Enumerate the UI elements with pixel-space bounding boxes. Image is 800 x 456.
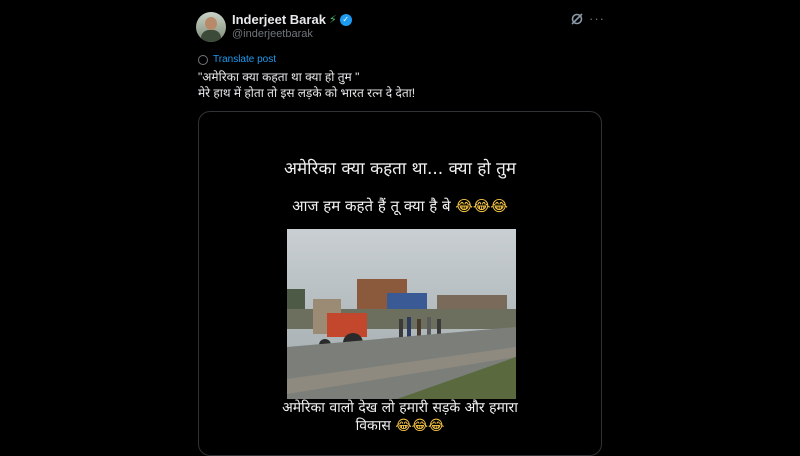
translate-post-link[interactable]: Translate post xyxy=(198,54,276,65)
more-options-icon[interactable]: ··· xyxy=(589,11,605,26)
author-name-row: Inderjeet Barak ⚡ ✓ xyxy=(232,12,352,27)
media-caption-top: अमेरिका क्या कहता था... क्या हो तुम xyxy=(283,159,517,179)
video-frame-image xyxy=(287,229,516,399)
media-card[interactable]: अमेरिका क्या कहता था... क्या हो तुम आज ह… xyxy=(198,111,602,456)
grok-icon[interactable] xyxy=(570,12,584,26)
lightning-emoji: ⚡ xyxy=(328,14,337,26)
tweet: Inderjeet Barak ⚡ ✓ @inderjeetbarak ··· … xyxy=(196,0,606,456)
media-caption-second: आज हम कहते हैं तू क्या है बे 😂😂😂 xyxy=(199,196,601,216)
media-caption-bottom-text: विकास xyxy=(355,418,391,434)
verified-badge-icon[interactable]: ✓ xyxy=(339,13,352,26)
laughing-emojis: 😂😂😂 xyxy=(455,197,508,215)
tweet-text: "अमेरिका क्या कहता था क्या हो तुम " मेरे… xyxy=(198,69,598,101)
author-handle[interactable]: @inderjeetbarak xyxy=(232,28,313,40)
media-caption-bottom-line-1: अमेरिका वालो देख लो हमारी सड़के और हमारा xyxy=(282,400,518,416)
tweet-text-line-1: "अमेरिका क्या कहता था क्या हो तुम " xyxy=(198,70,360,84)
translate-icon xyxy=(198,54,208,65)
media-caption-second-text: आज हम कहते हैं तू क्या है बे xyxy=(292,197,451,215)
author-name[interactable]: Inderjeet Barak xyxy=(232,12,326,27)
avatar[interactable] xyxy=(196,12,226,42)
translate-label: Translate post xyxy=(213,54,276,65)
media-caption-bottom-line-2: विकास 😂😂😂 xyxy=(199,416,601,435)
laughing-emojis-bottom: 😂😂😂 xyxy=(395,418,445,434)
tweet-text-line-2: मेरे हाथ में होता तो इस लड़के को भारत रत… xyxy=(198,86,416,100)
